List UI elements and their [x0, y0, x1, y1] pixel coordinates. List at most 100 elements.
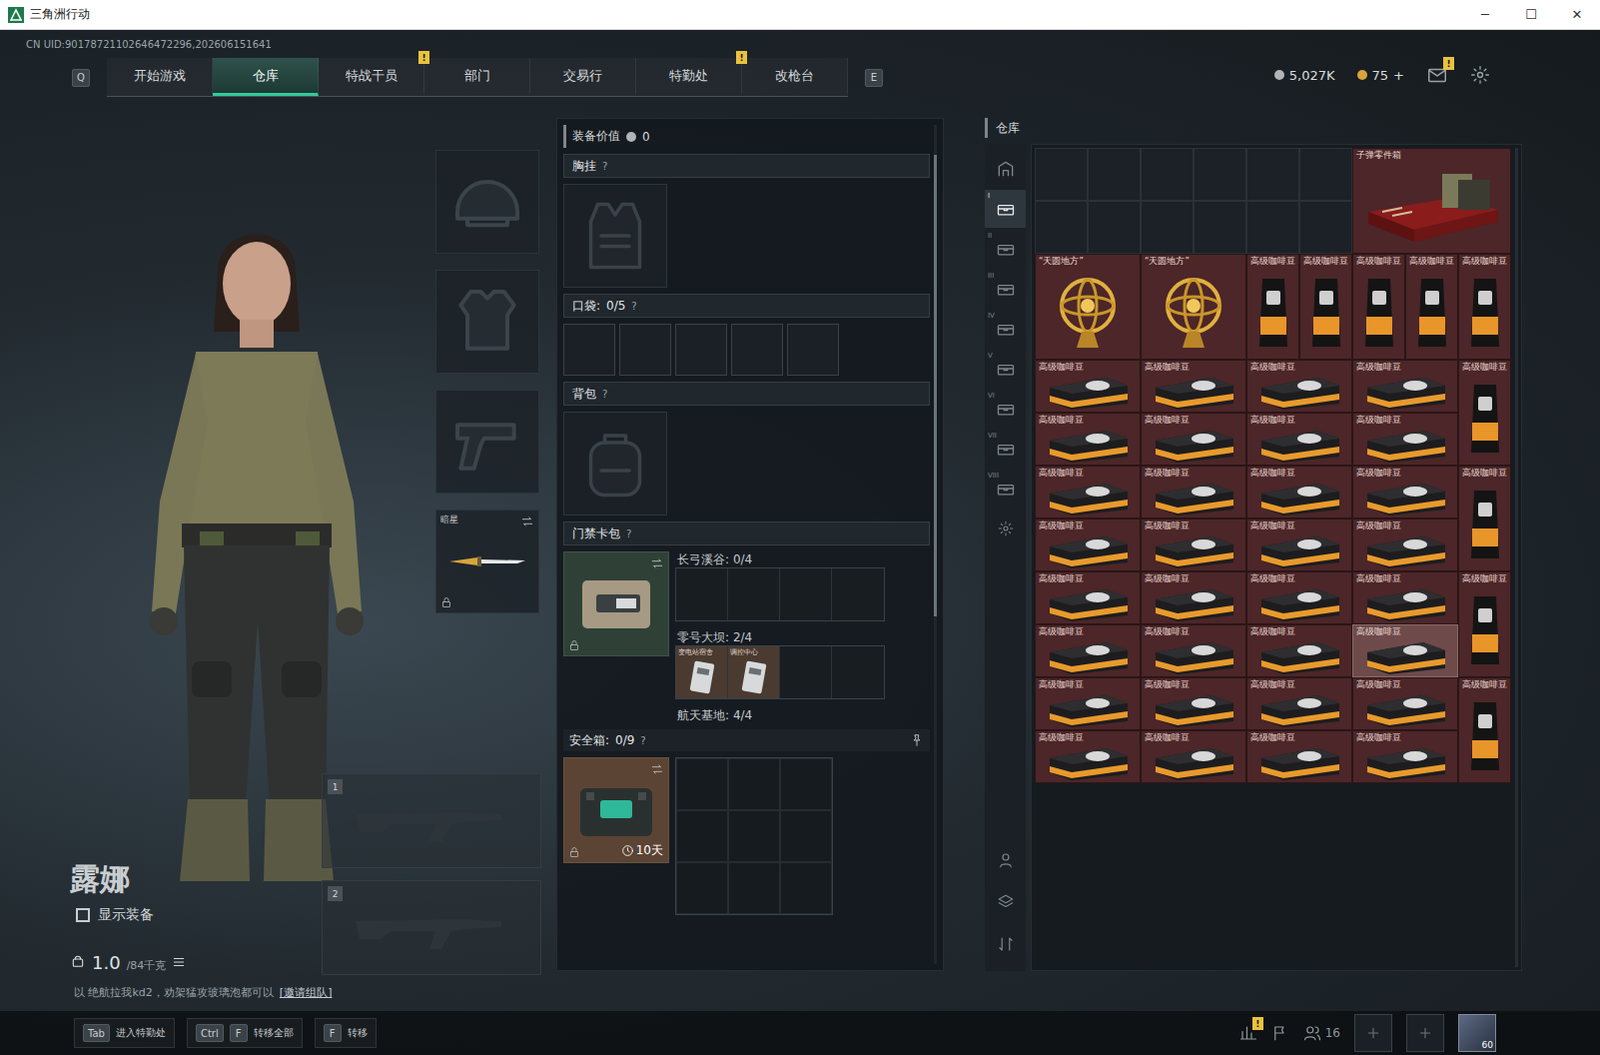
safe-box-case[interactable]: 10天: [563, 757, 670, 863]
melee-slot[interactable]: 暗星: [435, 509, 540, 614]
friends-button[interactable]: 16: [1303, 1023, 1341, 1042]
checkbox[interactable]: [75, 907, 90, 922]
stash-item[interactable]: 高级咖啡豆: [1352, 359, 1459, 413]
scroll-thumb[interactable]: [933, 154, 937, 617]
window-control-button[interactable]: ✕: [1554, 0, 1600, 30]
stash-cell[interactable]: [1299, 200, 1353, 254]
stash-item[interactable]: 高级咖啡豆: [1140, 359, 1247, 413]
chest-rig-slot[interactable]: [563, 183, 668, 288]
stash-item[interactable]: 高级咖啡豆: [1458, 465, 1512, 572]
safe-slot[interactable]: [728, 758, 781, 810]
help-button[interactable]: ?: [631, 300, 637, 312]
stash-tab[interactable]: III: [984, 269, 1026, 308]
sort-button[interactable]: [984, 924, 1026, 963]
safe-slot[interactable]: [780, 758, 832, 810]
stash-item[interactable]: 高级咖啡豆: [1140, 412, 1247, 466]
stash-item[interactable]: “天圆地方”: [1140, 253, 1247, 360]
layers-button[interactable]: [984, 882, 1026, 921]
operator-button[interactable]: [984, 840, 1026, 879]
stash-item[interactable]: 高级咖啡豆: [1140, 571, 1247, 625]
stash-item[interactable]: 高级咖啡豆: [1352, 624, 1459, 678]
keycard-slot[interactable]: [831, 646, 884, 699]
help-button[interactable]: ?: [640, 735, 646, 747]
keycard-slot[interactable]: [780, 646, 832, 699]
pocket-slot[interactable]: [787, 323, 839, 376]
pocket-slot[interactable]: [675, 323, 728, 376]
stash-item[interactable]: 高级咖啡豆: [1352, 677, 1459, 731]
scrollbar[interactable]: [933, 124, 937, 964]
stash-item[interactable]: 高级咖啡豆: [1140, 677, 1247, 731]
stash-cell[interactable]: [1140, 200, 1194, 254]
stash-tab[interactable]: I: [984, 189, 1026, 228]
stash-item[interactable]: 高级咖啡豆: [1034, 677, 1141, 731]
weapon-slot[interactable]: 1: [321, 773, 542, 868]
stash-scrollbar[interactable]: [1515, 147, 1519, 967]
stash-item[interactable]: 高级咖啡豆: [1352, 571, 1459, 625]
help-button[interactable]: ?: [602, 160, 608, 172]
key-hint[interactable]: F转移: [314, 1017, 377, 1048]
swap-button[interactable]: [520, 514, 535, 529]
stash-item[interactable]: 子弹零件箱: [1352, 147, 1512, 254]
mail-button[interactable]: !: [1426, 63, 1449, 86]
stash-item[interactable]: 高级咖啡豆: [1034, 412, 1141, 466]
prev-key[interactable]: Q: [71, 68, 90, 87]
next-key[interactable]: E: [864, 68, 883, 87]
stash-cell[interactable]: [1246, 200, 1300, 254]
invite-link[interactable]: [邀请组队]: [279, 985, 333, 999]
stash-item[interactable]: 高级咖啡豆: [1246, 571, 1353, 625]
add-currency-button[interactable]: +: [1393, 67, 1405, 83]
stash-cell[interactable]: [1193, 147, 1247, 201]
stash-item[interactable]: 高级咖啡豆: [1246, 412, 1353, 466]
stash-item[interactable]: 高级咖啡豆: [1458, 253, 1512, 360]
help-button[interactable]: ?: [602, 388, 608, 400]
key-hint[interactable]: Tab进入特勤处: [73, 1017, 175, 1048]
window-control-button[interactable]: ─: [1462, 0, 1509, 30]
stash-tab[interactable]: [984, 149, 1026, 188]
stash-item[interactable]: 高级咖啡豆: [1405, 253, 1459, 360]
stash-item[interactable]: 高级咖啡豆: [1034, 624, 1141, 678]
keycard[interactable]: 变电站宿舍: [676, 646, 729, 699]
stash-item[interactable]: 高级咖啡豆: [1034, 359, 1141, 413]
stash-item[interactable]: 高级咖啡豆: [1034, 465, 1141, 519]
stash-cell[interactable]: [1193, 200, 1247, 254]
stash-item[interactable]: 高级咖啡豆: [1140, 465, 1247, 519]
stash-item[interactable]: 高级咖啡豆: [1352, 253, 1406, 360]
stash-item[interactable]: 高级咖啡豆: [1458, 359, 1512, 466]
safe-slot[interactable]: [676, 758, 729, 810]
nav-tab[interactable]: 交易行: [530, 57, 637, 96]
stash-item[interactable]: 高级咖啡豆: [1246, 465, 1353, 519]
safe-slot[interactable]: [728, 861, 781, 914]
keycard[interactable]: 调控中心: [728, 646, 781, 699]
stash-item[interactable]: 高级咖啡豆: [1352, 465, 1459, 519]
stash-item[interactable]: 高级咖啡豆: [1246, 253, 1300, 360]
stash-cell[interactable]: [1087, 147, 1141, 201]
pistol-slot[interactable]: [435, 389, 540, 494]
stash-item[interactable]: 高级咖啡豆: [1352, 518, 1459, 572]
stash-item[interactable]: 高级咖啡豆: [1246, 624, 1353, 678]
nav-tab[interactable]: 特勤处!: [636, 57, 743, 96]
stash-tab[interactable]: IV: [984, 309, 1026, 348]
stash-cell[interactable]: [1299, 147, 1353, 201]
stash-item[interactable]: 高级咖啡豆: [1352, 730, 1459, 784]
stash-tab[interactable]: VII: [984, 429, 1026, 468]
stash-item[interactable]: 高级咖啡豆: [1458, 571, 1512, 678]
stash-cell[interactable]: [1246, 147, 1300, 201]
key-hint[interactable]: CtrlF转移全部: [186, 1017, 303, 1048]
show-equipment-toggle[interactable]: 显示装备: [75, 905, 186, 924]
nav-tab[interactable]: 改枪台: [742, 57, 848, 96]
stash-item[interactable]: 高级咖啡豆: [1140, 730, 1247, 784]
flag-button[interactable]: [1271, 1023, 1290, 1042]
nav-tab[interactable]: 部门: [424, 57, 531, 96]
stash-cell[interactable]: [1034, 200, 1088, 254]
help-button[interactable]: ?: [626, 528, 632, 540]
swap-button[interactable]: [650, 556, 665, 571]
safe-slot[interactable]: [780, 861, 832, 914]
stash-item[interactable]: 高级咖啡豆: [1246, 677, 1353, 731]
stash-item[interactable]: 高级咖啡豆: [1034, 571, 1141, 625]
stash-item[interactable]: “天圆地方”: [1034, 253, 1141, 360]
stats-button[interactable]: !: [1239, 1023, 1258, 1042]
nav-tab[interactable]: 仓库: [212, 57, 319, 96]
stash-item[interactable]: 高级咖啡豆: [1140, 624, 1247, 678]
window-control-button[interactable]: ☐: [1508, 0, 1555, 30]
stash-tab[interactable]: VI: [984, 389, 1026, 428]
